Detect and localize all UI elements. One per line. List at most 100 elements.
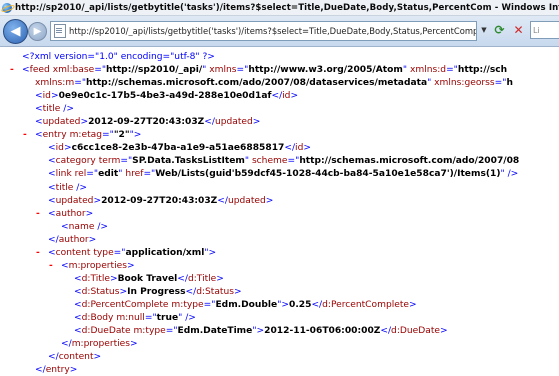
xml-token-text: c6cc1ce8-2e3b-47ba-a1e9-a51ae6885817 — [71, 143, 285, 154]
stop-button[interactable]: ✕ — [511, 22, 526, 37]
xml-token-tag: m:properties — [68, 260, 127, 271]
xml-token-tag: id — [42, 91, 51, 102]
xml-line-text: <name /> — [61, 221, 108, 234]
xml-token-punc: < — [35, 104, 43, 115]
xml-token-punc: < — [74, 326, 82, 337]
xml-line-text: </author> — [48, 234, 96, 247]
forward-arrow-icon: ▶ — [33, 26, 42, 37]
xml-token-attr: xmlns:georss — [431, 78, 495, 89]
xml-token-attr: type — [90, 247, 114, 258]
page-icon — [54, 24, 66, 38]
collapse-toggle[interactable]: - — [23, 129, 27, 142]
chevron-down-icon: ▼ — [481, 26, 487, 34]
xml-token-pi: <?xml version="1.0" encoding="utf-8" ?> — [22, 52, 215, 62]
xml-token-punc: < — [61, 221, 69, 232]
forward-button[interactable]: ▶ — [28, 22, 47, 41]
xml-token-punc: > — [439, 326, 448, 337]
xml-line-text: xmlns:m="http://schemas.microsoft.com/ad… — [35, 77, 513, 90]
collapse-toggle[interactable]: - — [10, 64, 14, 77]
xml-line-text: <author> — [48, 208, 93, 221]
xml-line-text: </entry> — [35, 364, 77, 376]
xml-line-text: <category term="SP.Data.TasksListItem" s… — [48, 155, 519, 168]
xml-token-punc: > — [234, 286, 242, 297]
xml-token-tag: author — [55, 208, 86, 219]
back-button[interactable]: ◀ — [3, 19, 28, 44]
xml-token-punc: =" — [113, 247, 126, 258]
xml-token-val: edit — [98, 169, 119, 180]
xml-token-text: 0.25 — [289, 299, 312, 310]
collapse-toggle[interactable]: - — [49, 260, 53, 273]
xml-line-text: </m:properties> — [61, 338, 138, 351]
xml-token-punc: > — [88, 234, 97, 245]
xml-token-val: http://sp2010/_api/ — [106, 65, 203, 76]
address-bar[interactable]: http://sp2010/_api/lists/getbytitle('tas… — [50, 21, 477, 41]
xml-token-tag: m:properties — [71, 339, 131, 350]
xml-token-punc: " /> — [500, 169, 519, 180]
xml-token-punc: =" — [102, 130, 114, 141]
xml-token-attr: rel — [71, 169, 87, 180]
xml-token-punc: > — [252, 117, 261, 128]
xml-token-punc: "> — [129, 130, 142, 141]
search-input[interactable]: Li — [530, 21, 559, 39]
browser-toolbar: ◀ ▶ http://sp2010/_api/lists/getbytitle(… — [0, 16, 559, 47]
xml-token-punc: > — [216, 273, 224, 284]
xml-token-tag: d:PercentComplete — [81, 299, 169, 310]
xml-token-tag: id — [55, 143, 64, 154]
xml-line-text: <d:PercentComplete m:type="Edm.Double">0… — [74, 299, 417, 312]
xml-token-punc: </ — [61, 339, 72, 350]
xml-token-text: 2012-09-27T20:43:03Z — [101, 195, 218, 206]
xml-token-punc: > — [130, 339, 138, 350]
xml-line-text: <feed xml:base="http://sp2010/_api/" xml… — [22, 64, 507, 77]
xml-token-punc: =" — [74, 78, 87, 89]
xml-line-text: </content> — [48, 351, 101, 364]
xml-token-punc: < — [61, 260, 69, 271]
xml-document-view: <?xml version="1.0" encoding="utf-8" ?> -… — [0, 47, 559, 376]
xml-token-punc: > — [63, 143, 72, 154]
xml-line-text: <content type="application/xml"> — [48, 247, 216, 260]
xml-token-tag: author — [58, 234, 89, 245]
xml-line-text: <updated>2012-09-27T20:43:03Z</updated> — [35, 116, 260, 129]
xml-token-punc: > — [290, 91, 299, 102]
xml-token-punc: > — [109, 273, 118, 284]
stop-icon: ✕ — [513, 22, 524, 37]
xml-token-punc: < — [74, 299, 82, 310]
xml-token-punc: < — [22, 65, 30, 76]
xml-token-val: Edm.Double — [215, 299, 278, 310]
xml-token-punc: /> — [60, 104, 74, 115]
xml-token-punc: < — [48, 143, 56, 154]
xml-token-punc: </ — [271, 91, 283, 102]
xml-token-val: http://www.w3.org/2005/Atom — [248, 65, 403, 76]
window-title: http://sp2010/_api/lists/getbytitle('tas… — [15, 2, 559, 13]
xml-token-attr: xmlns:d — [407, 65, 447, 76]
back-arrow-icon: ◀ — [10, 24, 21, 39]
xml-token-tag: link — [55, 169, 72, 180]
xml-token-tag: d:Title — [187, 273, 217, 284]
xml-token-punc: < — [74, 313, 82, 323]
xml-token-punc: /> — [94, 221, 108, 232]
xml-token-punc: =" — [144, 313, 157, 323]
xml-token-punc: </ — [204, 117, 215, 128]
xml-line-text: <link rel="edit" href="Web/Lists(guid'b5… — [48, 168, 518, 181]
address-dropdown-button[interactable]: ▼ — [478, 23, 490, 37]
xml-token-punc: > — [69, 365, 78, 376]
xml-token-tag: d:Body — [81, 313, 114, 323]
refresh-button[interactable]: ⟳ — [492, 22, 507, 37]
xml-token-text: In Progress — [127, 286, 186, 297]
xml-token-punc: > — [93, 195, 102, 206]
xml-token-punc: < — [74, 286, 82, 297]
xml-token-punc: "> — [252, 326, 265, 337]
xml-token-punc: > — [93, 352, 102, 363]
xml-token-punc: =" — [143, 169, 156, 180]
xml-token-punc: < — [48, 208, 56, 219]
xml-token-punc: </ — [217, 195, 228, 206]
xml-line-text: <entry m:etag=""2""> — [35, 129, 141, 142]
xml-token-punc: > — [265, 195, 274, 206]
xml-token-tag: content — [55, 247, 91, 258]
xml-line-text: <m:properties> — [61, 260, 135, 273]
collapse-toggle[interactable]: - — [36, 247, 40, 260]
xml-token-punc: < — [35, 117, 43, 128]
xml-token-tag: d:Title — [81, 273, 110, 284]
address-url[interactable]: http://sp2010/_api/lists/getbytitle('tas… — [69, 26, 476, 36]
collapse-toggle[interactable]: - — [36, 208, 40, 221]
xml-token-punc: < — [35, 130, 43, 141]
